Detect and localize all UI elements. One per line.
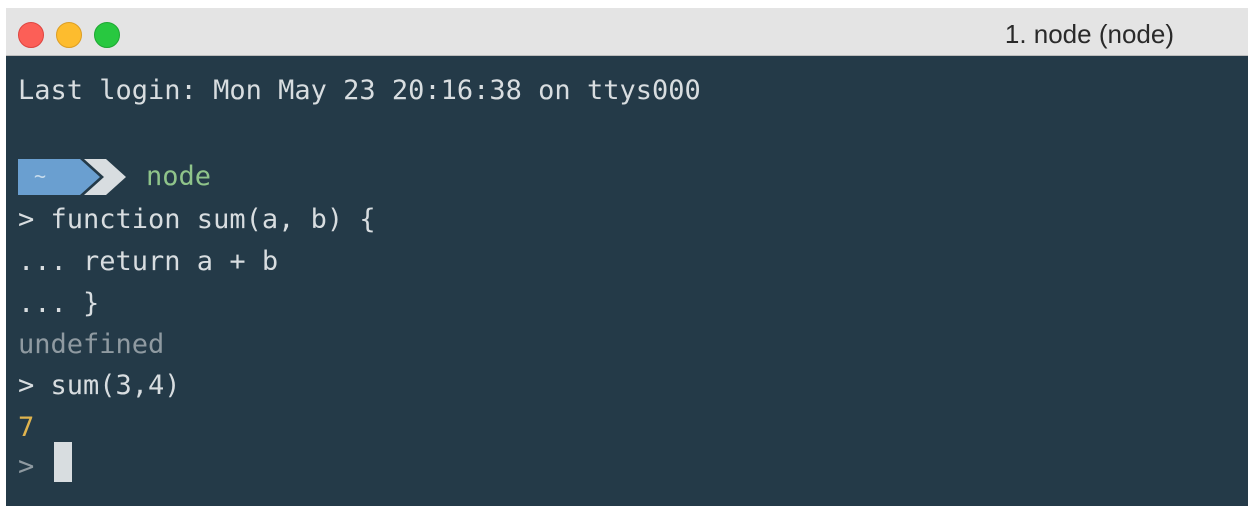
window-title: 1. node (node) [1004, 19, 1174, 49]
prompt-badge: ~ [18, 159, 130, 195]
minimize-button[interactable] [56, 22, 82, 48]
repl-sum-call: > sum(3,4) [18, 370, 181, 401]
repl-result-undefined: undefined [18, 329, 165, 360]
node-command: node [146, 161, 212, 192]
current-prompt: > [18, 451, 35, 482]
repl-result-number: 7 [18, 412, 35, 443]
terminal-output[interactable]: Last login: Mon May 23 20:16:38 on ttys0… [6, 56, 1248, 506]
zoom-button[interactable] [94, 22, 120, 48]
repl-line-3: ... } [18, 288, 100, 319]
repl-line-1: > function sum(a, b) { [18, 204, 376, 235]
home-directory-label: ~ [34, 164, 47, 188]
title-bar[interactable]: 1. node (node) [6, 8, 1248, 56]
close-button[interactable] [18, 22, 44, 48]
last-login-line: Last login: Mon May 23 20:16:38 on ttys0… [18, 75, 701, 106]
repl-line-2: ... return a + b [18, 246, 279, 277]
terminal-window: 1. node (node) Last login: Mon May 23 20… [6, 8, 1248, 506]
terminal-cursor [54, 442, 72, 482]
